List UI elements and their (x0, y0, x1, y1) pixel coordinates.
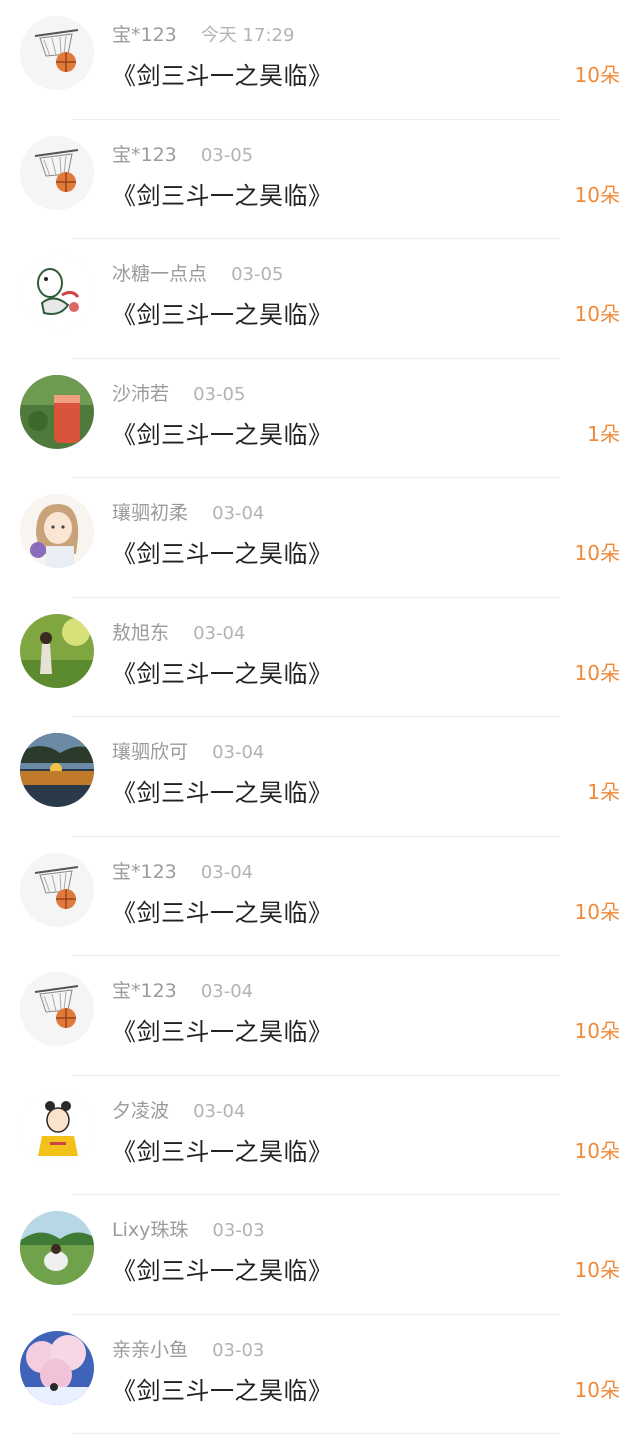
user-name[interactable]: 亲亲小鱼 (112, 1339, 188, 1361)
book-title[interactable]: 《剑三斗一之昊临》 (112, 415, 333, 450)
list-item[interactable]: 亲亲小鱼 03-03 《剑三斗一之昊临》 10朵 (0, 1315, 640, 1434)
user-name[interactable]: 瓖驷初柔 (112, 502, 188, 524)
book-title[interactable]: 《剑三斗一之昊临》 (112, 1251, 333, 1286)
basketball-hoop-avatar[interactable] (20, 853, 94, 927)
gift-count: 10朵 (575, 1374, 620, 1403)
timestamp: 03-05 (231, 264, 283, 285)
user-name[interactable]: Lixy珠珠 (112, 1219, 188, 1241)
item-meta: 敖旭东 03-04 (112, 618, 245, 645)
list-item[interactable]: 敖旭东 03-04 《剑三斗一之昊临》 10朵 (0, 598, 640, 718)
gift-count: 10朵 (575, 657, 620, 686)
user-name[interactable]: 夕凌波 (112, 1100, 169, 1122)
list-item[interactable]: 夕凌波 03-04 《剑三斗一之昊临》 10朵 (0, 1076, 640, 1196)
book-title[interactable]: 《剑三斗一之昊临》 (112, 295, 333, 330)
sunset-lake-avatar[interactable] (20, 733, 94, 807)
park-photo-avatar[interactable] (20, 1211, 94, 1285)
timestamp: 03-04 (212, 742, 264, 763)
gift-count: 1朵 (587, 418, 620, 447)
gift-count: 10朵 (575, 298, 620, 327)
timestamp: 03-05 (193, 384, 245, 405)
list-item[interactable]: Lixy珠珠 03-03 《剑三斗一之昊临》 10朵 (0, 1195, 640, 1315)
gift-count: 10朵 (575, 59, 620, 88)
list-item[interactable]: 宝*123 03-05 《剑三斗一之昊临》 10朵 (0, 120, 640, 240)
gift-count: 10朵 (575, 179, 620, 208)
item-meta: 宝*123 今天 17:29 (112, 20, 294, 47)
gift-count: 10朵 (575, 1254, 620, 1283)
list-item[interactable]: 瓖驷初柔 03-04 《剑三斗一之昊临》 10朵 (0, 478, 640, 598)
user-name[interactable]: 瓖驷欣可 (112, 741, 188, 763)
user-name[interactable]: 宝*123 (112, 980, 177, 1002)
item-meta: 宝*123 03-04 (112, 857, 253, 884)
cartoon-duck-avatar[interactable] (20, 255, 94, 329)
list-item[interactable]: 冰糖一点点 03-05 《剑三斗一之昊临》 10朵 (0, 239, 640, 359)
book-title[interactable]: 《剑三斗一之昊临》 (112, 1132, 333, 1167)
book-title[interactable]: 《剑三斗一之昊临》 (112, 176, 333, 211)
list-item[interactable]: 宝*123 今天 17:29 《剑三斗一之昊临》 10朵 (0, 0, 640, 120)
gift-count: 10朵 (575, 1135, 620, 1164)
nature-photo-avatar[interactable] (20, 614, 94, 688)
timestamp: 03-03 (212, 1220, 264, 1241)
item-meta: 瓖驷欣可 03-04 (112, 737, 264, 764)
book-title[interactable]: 《剑三斗一之昊临》 (112, 1012, 333, 1047)
gift-count: 10朵 (575, 896, 620, 925)
item-meta: 沙沛若 03-05 (112, 379, 245, 406)
timestamp: 03-05 (201, 145, 253, 166)
item-meta: 亲亲小鱼 03-03 (112, 1335, 264, 1362)
gift-record-list: 宝*123 今天 17:29 《剑三斗一之昊临》 10朵 宝*123 03-05… (0, 0, 640, 1434)
timestamp: 今天 17:29 (201, 25, 295, 46)
list-item[interactable]: 宝*123 03-04 《剑三斗一之昊临》 10朵 (0, 837, 640, 957)
basketball-hoop-avatar[interactable] (20, 136, 94, 210)
list-item[interactable]: 瓖驷欣可 03-04 《剑三斗一之昊临》 1朵 (0, 717, 640, 837)
anime-girl-avatar[interactable] (20, 494, 94, 568)
gift-count: 1朵 (587, 776, 620, 805)
list-item[interactable]: 沙沛若 03-05 《剑三斗一之昊临》 1朵 (0, 359, 640, 479)
timestamp: 03-04 (201, 862, 253, 883)
book-title[interactable]: 《剑三斗一之昊临》 (112, 654, 333, 689)
item-meta: Lixy珠珠 03-03 (112, 1215, 265, 1242)
timestamp: 03-03 (212, 1340, 264, 1361)
user-name[interactable]: 宝*123 (112, 144, 177, 166)
timestamp: 03-04 (212, 503, 264, 524)
book-title[interactable]: 《剑三斗一之昊临》 (112, 1371, 333, 1406)
cherry-blossom-avatar[interactable] (20, 1331, 94, 1405)
user-name[interactable]: 冰糖一点点 (112, 263, 207, 285)
smoothie-photo-avatar[interactable] (20, 375, 94, 449)
timestamp: 03-04 (193, 623, 245, 644)
user-name[interactable]: 敖旭东 (112, 622, 169, 644)
item-meta: 冰糖一点点 03-05 (112, 259, 283, 286)
timestamp: 03-04 (201, 981, 253, 1002)
item-meta: 瓖驷初柔 03-04 (112, 498, 264, 525)
item-meta: 夕凌波 03-04 (112, 1096, 245, 1123)
list-item[interactable]: 宝*123 03-04 《剑三斗一之昊临》 10朵 (0, 956, 640, 1076)
gift-count: 10朵 (575, 537, 620, 566)
user-name[interactable]: 宝*123 (112, 861, 177, 883)
timestamp: 03-04 (193, 1101, 245, 1122)
book-title[interactable]: 《剑三斗一之昊临》 (112, 773, 333, 808)
book-title[interactable]: 《剑三斗一之昊临》 (112, 56, 333, 91)
item-meta: 宝*123 03-04 (112, 976, 253, 1003)
book-title[interactable]: 《剑三斗一之昊临》 (112, 893, 333, 928)
item-meta: 宝*123 03-05 (112, 140, 253, 167)
user-name[interactable]: 宝*123 (112, 24, 177, 46)
basketball-hoop-avatar[interactable] (20, 972, 94, 1046)
gift-count: 10朵 (575, 1015, 620, 1044)
user-name[interactable]: 沙沛若 (112, 383, 169, 405)
cartoon-girl-avatar[interactable] (20, 1092, 94, 1166)
book-title[interactable]: 《剑三斗一之昊临》 (112, 534, 333, 569)
basketball-hoop-avatar[interactable] (20, 16, 94, 90)
